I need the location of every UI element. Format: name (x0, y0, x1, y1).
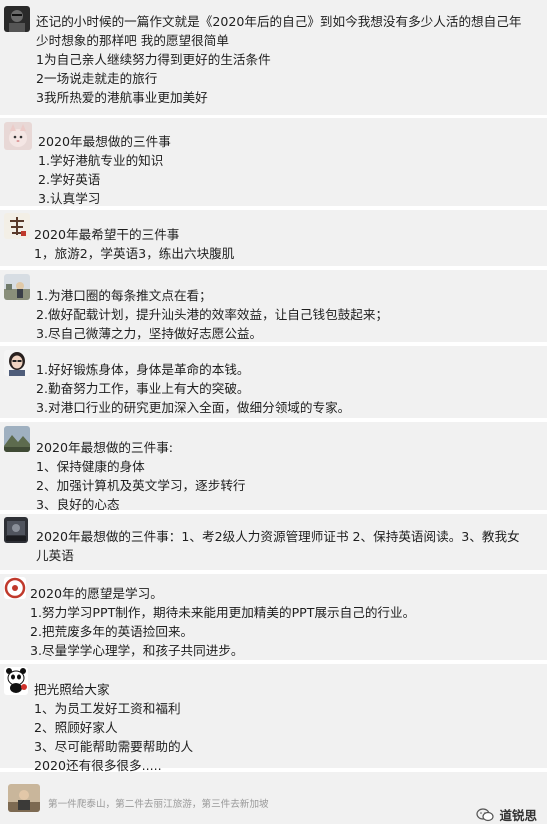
landscape-avatar-icon[interactable] (4, 274, 30, 300)
comment-line: 2.勤奋努力工作，事业上有大的突破。 (36, 381, 250, 396)
comment-card: 2020年最想做的三件事: 1、保持健康的身体 2、加强计算机及英文学习，逐步转… (0, 422, 547, 512)
comment-text: 1.为港口圈的每条推文点在看； 2.做好配载计划，提升汕头港的效率效益，让自己钱… (36, 286, 388, 343)
comment-line: 3.对港口行业的研究更加深入全面，做细分领域的专家。 (36, 400, 351, 415)
comment-line: 3.尽量学学心理学，和孩子共同进步。 (30, 643, 244, 658)
comment-line: 1.好好锻炼身体，身体是革命的本钱。 (36, 362, 250, 377)
panda-avatar-icon[interactable] (4, 667, 28, 695)
comment-card: 还记的小时候的一篇作文就是《2020年后的自己》到如今我想没有多少人活的想自己年… (0, 0, 547, 115)
comment-line: 1、为员工发好工资和福利 (34, 701, 181, 716)
comment-card: 2020年最希望干的三件事 1，旅游2，学英语3，练出六块腹肌 (0, 210, 547, 266)
comment-text: 把光照给大家 1、为员工发好工资和福利 2、照顾好家人 3、尽可能帮助需要帮助的… (34, 680, 193, 775)
pink-cat-avatar-icon[interactable] (4, 122, 32, 150)
comment-card: 把光照给大家 1、为员工发好工资和福利 2、照顾好家人 3、尽可能帮助需要帮助的… (0, 664, 547, 773)
calligraphy-avatar-icon[interactable] (4, 213, 30, 239)
comment-line: 3、良好的心态 (36, 497, 120, 512)
wechat-bubble-icon (476, 807, 495, 822)
comment-line: 1.为港口圈的每条推文点在看； (36, 288, 212, 303)
comment-line: 1，旅游2，学英语3，练出六块腹肌 (34, 246, 235, 261)
comment-card: 1.好好锻炼身体，身体是革命的本钱。 2.勤奋努力工作，事业上有大的突破。 3.… (0, 346, 547, 418)
comment-line: 2一场说走就走的旅行 (36, 71, 158, 86)
woman-portrait-avatar-icon[interactable] (4, 350, 30, 376)
comment-line: 2.做好配载计划，提升汕头港的效率效益，让自己钱包鼓起来； (36, 307, 389, 322)
watermark: 道锐思 (476, 805, 537, 824)
comment-text: 2020年的愿望是学习。 1.努力学习PPT制作，期待未来能用更加精美的PPT展… (30, 584, 415, 660)
comment-line: 儿英语 (36, 548, 74, 563)
comment-line: 2、照顾好家人 (34, 720, 118, 735)
comment-line: 3我所热爱的港航事业更加美好 (36, 90, 208, 105)
comment-line: 2020年最想做的三件事：1、考2级人力资源管理师证书 2、保持英语阅读。3、教… (36, 529, 520, 544)
comment-text: 1.好好锻炼身体，身体是革命的本钱。 2.勤奋努力工作，事业上有大的突破。 3.… (36, 360, 350, 417)
comment-text: 还记的小时候的一篇作文就是《2020年后的自己》到如今我想没有多少人活的想自己年… (36, 12, 521, 107)
comment-line: 2.学好英语 (38, 172, 101, 187)
comment-line: 3.认真学习 (38, 191, 101, 206)
comment-card: 2020年最想做的三件事：1、考2级人力资源管理师证书 2、保持英语阅读。3、教… (0, 514, 547, 570)
comment-line: 2020年最想做的三件事 (38, 134, 171, 149)
comment-line: 少时想象的那样吧 我的愿望很简单 (36, 33, 229, 48)
comment-line: 2020年的愿望是学习。 (30, 586, 163, 601)
comment-line: 3、尽可能帮助需要帮助的人 (34, 739, 194, 754)
comment-line: 2020年最想做的三件事: (36, 440, 174, 455)
comment-card: 第一件爬泰山，第二件去丽江旅游，第三件去新加坡 (0, 772, 547, 824)
comment-line: 把光照给大家 (34, 682, 110, 697)
comment-line: 2、加强计算机及英文学习，逐步转行 (36, 478, 246, 493)
comment-text: 2020年最想做的三件事: 1、保持健康的身体 2、加强计算机及英文学习，逐步转… (36, 438, 246, 514)
comment-card: 2020年的愿望是学习。 1.努力学习PPT制作，期待未来能用更加精美的PPT展… (0, 574, 547, 660)
watermark-text: 道锐思 (499, 808, 537, 823)
comment-line: 1、保持健康的身体 (36, 459, 145, 474)
comment-card: 2020年最想做的三件事 1.学好港航专业的知识 2.学好英语 3.认真学习 (0, 118, 547, 206)
comment-card: 1.为港口圈的每条推文点在看； 2.做好配载计划，提升汕头港的效率效益，让自己钱… (0, 270, 547, 342)
comment-text: 2020年最想做的三件事 1.学好港航专业的知识 2.学好英语 3.认真学习 (38, 132, 171, 208)
comment-line: 2020年最希望干的三件事 (34, 227, 180, 242)
comment-line: 2.把荒废多年的英语捡回来。 (30, 624, 194, 639)
comment-text: 第一件爬泰山，第二件去丽江旅游，第三件去新加坡 (48, 795, 269, 814)
dark-portrait-avatar-icon[interactable] (4, 6, 30, 32)
portrait-photo-avatar-icon[interactable] (8, 784, 40, 812)
mountain-avatar-icon[interactable] (4, 426, 30, 452)
comment-line: 1.学好港航专业的知识 (38, 153, 164, 168)
comment-line: 第一件爬泰山，第二件去丽江旅游，第三件去新加坡 (48, 799, 269, 810)
comment-line: 1.努力学习PPT制作，期待未来能用更加精美的PPT展示自己的行业。 (30, 605, 416, 620)
dark-photo-avatar-icon[interactable] (4, 517, 28, 543)
comment-line: 3.尽自己微薄之力，坚持做好志愿公益。 (36, 326, 263, 341)
comment-line: 1为自己亲人继续努力得到更好的生活条件 (36, 52, 271, 67)
comment-line: 还记的小时候的一篇作文就是《2020年后的自己》到如今我想没有多少人活的想自己年 (36, 14, 522, 29)
comment-text: 2020年最想做的三件事：1、考2级人力资源管理师证书 2、保持英语阅读。3、教… (36, 527, 520, 565)
red-circle-avatar-icon[interactable] (4, 577, 26, 599)
comment-text: 2020年最希望干的三件事 1，旅游2，学英语3，练出六块腹肌 (34, 225, 234, 263)
